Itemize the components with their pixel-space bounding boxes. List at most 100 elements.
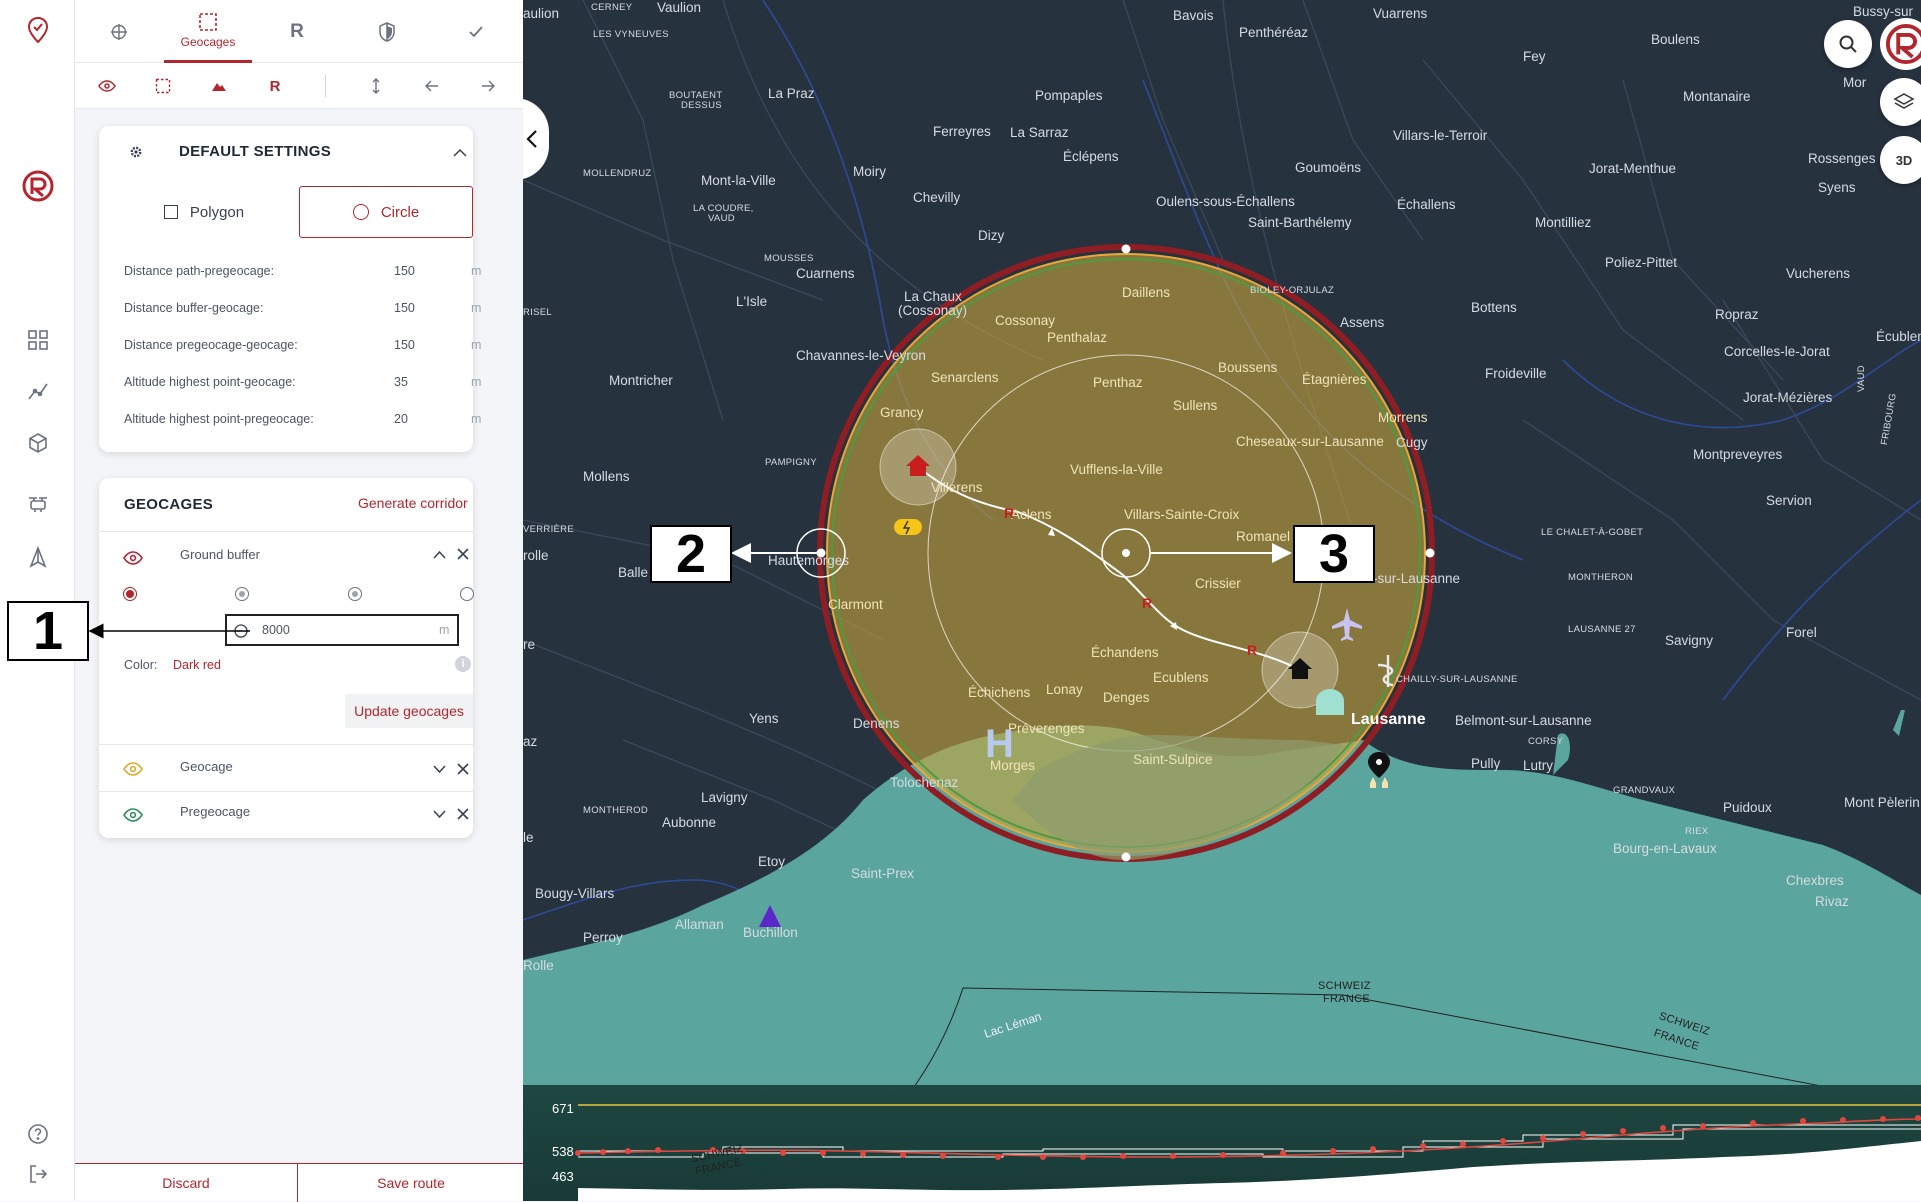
place-label: Oulens-sous-Échallens	[1156, 194, 1295, 209]
default-settings-title: DEFAULT SETTINGS	[179, 143, 332, 160]
tab-check[interactable]	[432, 0, 520, 63]
terrain-icon[interactable]	[206, 73, 232, 99]
brand-logo-icon	[1885, 23, 1921, 65]
place-label: L'Isle	[736, 294, 768, 309]
place-label: Mor	[1843, 75, 1867, 90]
tab-crosshair[interactable]	[75, 0, 163, 63]
radio-option[interactable]	[123, 587, 137, 601]
place-label: Cugy	[1396, 435, 1428, 450]
layers-button[interactable]	[1880, 78, 1921, 126]
setting-value[interactable]: 150	[394, 338, 424, 352]
place-label: VAUD	[1856, 365, 1867, 392]
geocages-card: GEOCAGES Generate corridor Ground buffer…	[99, 478, 474, 838]
radius-input[interactable]: 8000	[262, 623, 290, 637]
three-d-button[interactable]: 3D	[1880, 136, 1921, 184]
polygon-button[interactable]: Polygon	[144, 186, 264, 238]
ground-buffer-name: Ground buffer	[180, 547, 260, 562]
chevron-left-icon	[526, 130, 537, 148]
place-label: VERRIÈRE	[523, 524, 574, 535]
setting-unit: m	[471, 264, 482, 278]
location-pin-icon[interactable]	[22, 14, 54, 46]
tab-r[interactable]: R	[253, 0, 341, 63]
elevation-label-mid: 538	[552, 1144, 574, 1159]
search-button[interactable]	[1824, 20, 1872, 68]
place-label: Villars-le-Terroir	[1393, 128, 1488, 143]
radio-option[interactable]	[348, 587, 362, 601]
tab-geocages[interactable]: Geocages	[164, 0, 252, 63]
arrow-left-icon[interactable]	[419, 73, 445, 99]
map-view[interactable]: aulion CERNEY Vaulion LES VYNEUVES Bavoi…	[523, 0, 1921, 1201]
update-geocages-button[interactable]: Update geocages	[345, 694, 473, 728]
vertical-arrows-icon[interactable]	[363, 73, 389, 99]
radio-option[interactable]	[460, 587, 474, 601]
place-label: Crissier	[1195, 576, 1241, 591]
place-label: Chevilly	[913, 190, 961, 205]
eye-icon[interactable]	[123, 808, 143, 822]
waypoint-r-marker[interactable]: R	[1247, 642, 1257, 658]
place-label: (Cossonay)	[898, 303, 968, 318]
place-label: Balle	[618, 565, 649, 580]
chevron-up-icon[interactable]	[453, 148, 467, 157]
setting-value[interactable]: 20	[394, 412, 424, 426]
dashboard-grid-icon[interactable]	[22, 324, 54, 356]
place-label: Clarmont	[828, 597, 883, 612]
shield-icon	[379, 21, 395, 42]
r-tool-icon[interactable]: R	[262, 73, 288, 99]
place-label: VAUD	[708, 213, 735, 224]
close-icon[interactable]	[457, 548, 469, 560]
place-label: Saint-Sulpice	[1133, 752, 1213, 767]
callout-1: 1	[7, 601, 89, 661]
eye-icon[interactable]	[94, 73, 120, 99]
place-label: GRANDVAUX	[1613, 785, 1676, 796]
dashed-select-icon[interactable]	[150, 73, 176, 99]
close-icon[interactable]	[457, 763, 469, 775]
tab-shield[interactable]	[343, 0, 431, 63]
discard-button[interactable]: Discard	[75, 1164, 298, 1202]
place-label: Rolle	[523, 958, 554, 973]
cube-3d-icon[interactable]	[22, 427, 54, 459]
route-line-icon[interactable]	[22, 375, 54, 407]
radio-option[interactable]	[235, 587, 249, 601]
setting-value[interactable]: 150	[394, 301, 424, 315]
chevron-up-icon[interactable]	[433, 550, 446, 559]
place-label: Bussy-sur	[1853, 4, 1914, 19]
logout-icon[interactable]	[22, 1158, 54, 1190]
info-icon[interactable]: i	[455, 656, 471, 672]
drone-icon[interactable]	[22, 488, 54, 520]
chevron-down-icon[interactable]	[433, 810, 446, 819]
place-label: Ropraz	[1715, 307, 1759, 322]
waypoint-r-marker[interactable]: R	[1004, 505, 1014, 521]
place-label: Saint-Barthélemy	[1248, 215, 1352, 230]
place-label: Froideville	[1485, 366, 1547, 381]
navigation-triangle-icon[interactable]	[22, 541, 54, 573]
color-value[interactable]: Dark red	[173, 658, 221, 672]
default-settings-card: DEFAULT SETTINGS Polygon Circle Distance…	[99, 126, 481, 452]
chevron-down-icon[interactable]	[433, 765, 446, 774]
place-label: Romanel	[1236, 529, 1291, 544]
place-label: Fey	[1523, 49, 1546, 64]
place-label: Forel	[1786, 625, 1817, 640]
eye-icon[interactable]	[123, 551, 143, 565]
eye-icon[interactable]	[123, 762, 143, 776]
place-label: LAUSANNE 27	[1568, 624, 1636, 635]
save-route-button[interactable]: Save route	[299, 1164, 523, 1202]
place-label: Aclens	[1011, 507, 1052, 522]
arrow-right-icon[interactable]	[475, 73, 501, 99]
close-icon[interactable]	[457, 808, 469, 820]
place-label: RISEL	[523, 307, 552, 318]
polygon-label: Polygon	[189, 203, 245, 221]
place-label: Puidoux	[1723, 800, 1772, 815]
generate-corridor-button[interactable]: Generate corridor	[358, 495, 468, 511]
callout-2: 2	[650, 524, 732, 584]
place-label: Rivaz	[1815, 894, 1849, 909]
setting-value[interactable]: 35	[394, 375, 424, 389]
radius-field[interactable]: 8000 m	[225, 614, 459, 646]
waypoint-r-marker[interactable]: R	[1142, 595, 1152, 611]
place-label: Penthalaz	[1047, 330, 1108, 345]
place-label: SCHWEIZ	[1318, 980, 1371, 992]
user-avatar[interactable]	[1880, 18, 1921, 70]
place-label: CERNEY	[591, 2, 633, 13]
circle-button[interactable]: Circle	[299, 186, 473, 238]
setting-value[interactable]: 150	[394, 264, 424, 278]
help-icon[interactable]	[22, 1118, 54, 1150]
